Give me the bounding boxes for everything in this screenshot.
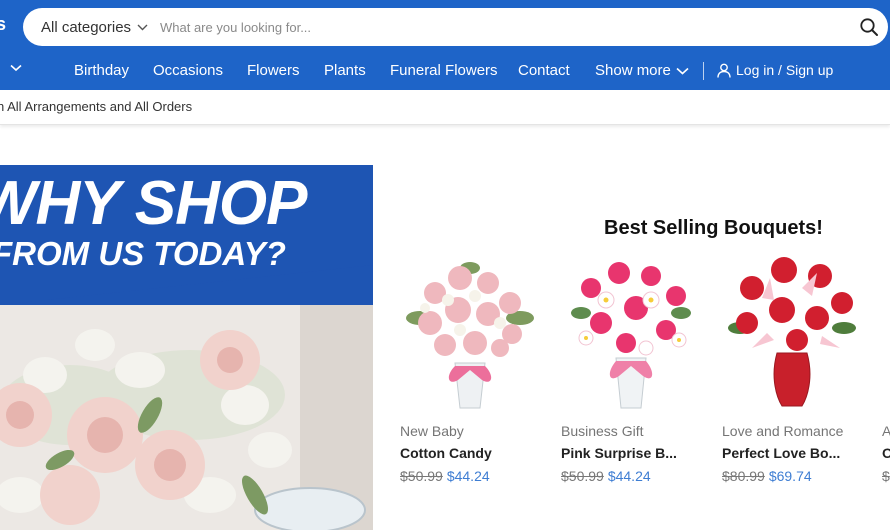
product-card[interactable]: New Baby Cotton Candy $50.99 $44.24 <box>400 248 550 498</box>
category-dropdown[interactable]: All categories <box>41 8 148 46</box>
nav-item-plants[interactable]: Plants <box>324 62 366 79</box>
best-sellers-title: Best Selling Bouquets! <box>604 217 823 239</box>
nav-item-birthday[interactable]: Birthday <box>74 62 129 79</box>
nav-divider <box>703 62 704 80</box>
product-old-price: $50.99 <box>561 468 604 484</box>
search-bar: All categories <box>23 8 888 46</box>
hero-headline: WHY SHOP <box>0 169 307 238</box>
product-category: Love and Romance <box>722 423 844 439</box>
product-old-price: $50.99 <box>400 468 443 484</box>
search-icon[interactable] <box>859 17 879 37</box>
product-old-price: $ <box>882 468 890 484</box>
product-price: $50.99 $44.24 <box>561 468 651 484</box>
product-name[interactable]: Perfect Love Bo... <box>722 445 840 461</box>
product-price: $ <box>882 468 890 484</box>
page: s All categories Birthday Occasions Flow… <box>0 0 890 530</box>
category-dropdown-label: All categories <box>41 18 132 36</box>
product-category: New Baby <box>400 423 464 439</box>
nav-item-show-more[interactable]: Show more <box>595 62 689 79</box>
nav-item-funeral-flowers[interactable]: Funeral Flowers <box>390 62 498 79</box>
product-name[interactable]: O <box>882 445 890 461</box>
nav-item-contact[interactable]: Contact <box>518 62 570 79</box>
logo[interactable]: s <box>0 14 6 34</box>
product-sale-price: $44.24 <box>446 468 490 484</box>
login-label: Log in / Sign up <box>736 62 834 78</box>
search-input[interactable] <box>160 8 840 46</box>
product-card[interactable]: A O $ <box>882 248 890 498</box>
product-name[interactable]: Pink Surprise B... <box>561 445 677 461</box>
site-header: s All categories Birthday Occasions Flow… <box>0 0 890 90</box>
product-image <box>571 262 691 409</box>
product-card[interactable]: Love and Romance Perfect Love Bo... $80.… <box>722 248 872 498</box>
product-category: A <box>882 423 890 439</box>
chevron-down-icon <box>676 67 689 75</box>
product-category: Business Gift <box>561 423 644 439</box>
show-more-label: Show more <box>595 62 671 79</box>
menu-chevron-down-icon[interactable] <box>10 64 22 72</box>
nav-item-flowers[interactable]: Flowers <box>247 62 300 79</box>
product-sale-price: $44.24 <box>607 468 651 484</box>
product-price: $80.99 $69.74 <box>722 468 812 484</box>
promo-bar: n All Arrangements and All Orders <box>0 90 890 125</box>
user-icon <box>717 63 731 78</box>
chevron-down-icon <box>137 24 148 30</box>
product-old-price: $80.99 <box>722 468 765 484</box>
product-card[interactable]: Business Gift Pink Surprise B... $50.99 $… <box>561 248 711 498</box>
nav-item-occasions[interactable]: Occasions <box>153 62 223 79</box>
product-price: $50.99 $44.24 <box>400 468 490 484</box>
product-name[interactable]: Cotton Candy <box>400 445 492 461</box>
product-sale-price: $69.74 <box>768 468 812 484</box>
hero-subheadline: FROM US TODAY? <box>0 235 286 272</box>
hero-banner[interactable]: WHY SHOP FROM US TODAY? <box>0 165 373 530</box>
product-image <box>406 262 534 409</box>
login-link[interactable]: Log in / Sign up <box>717 62 833 78</box>
promo-text: n All Arrangements and All Orders <box>0 99 193 114</box>
product-image <box>728 257 856 407</box>
main-nav: Birthday Occasions Flowers Plants Funera… <box>0 52 890 90</box>
